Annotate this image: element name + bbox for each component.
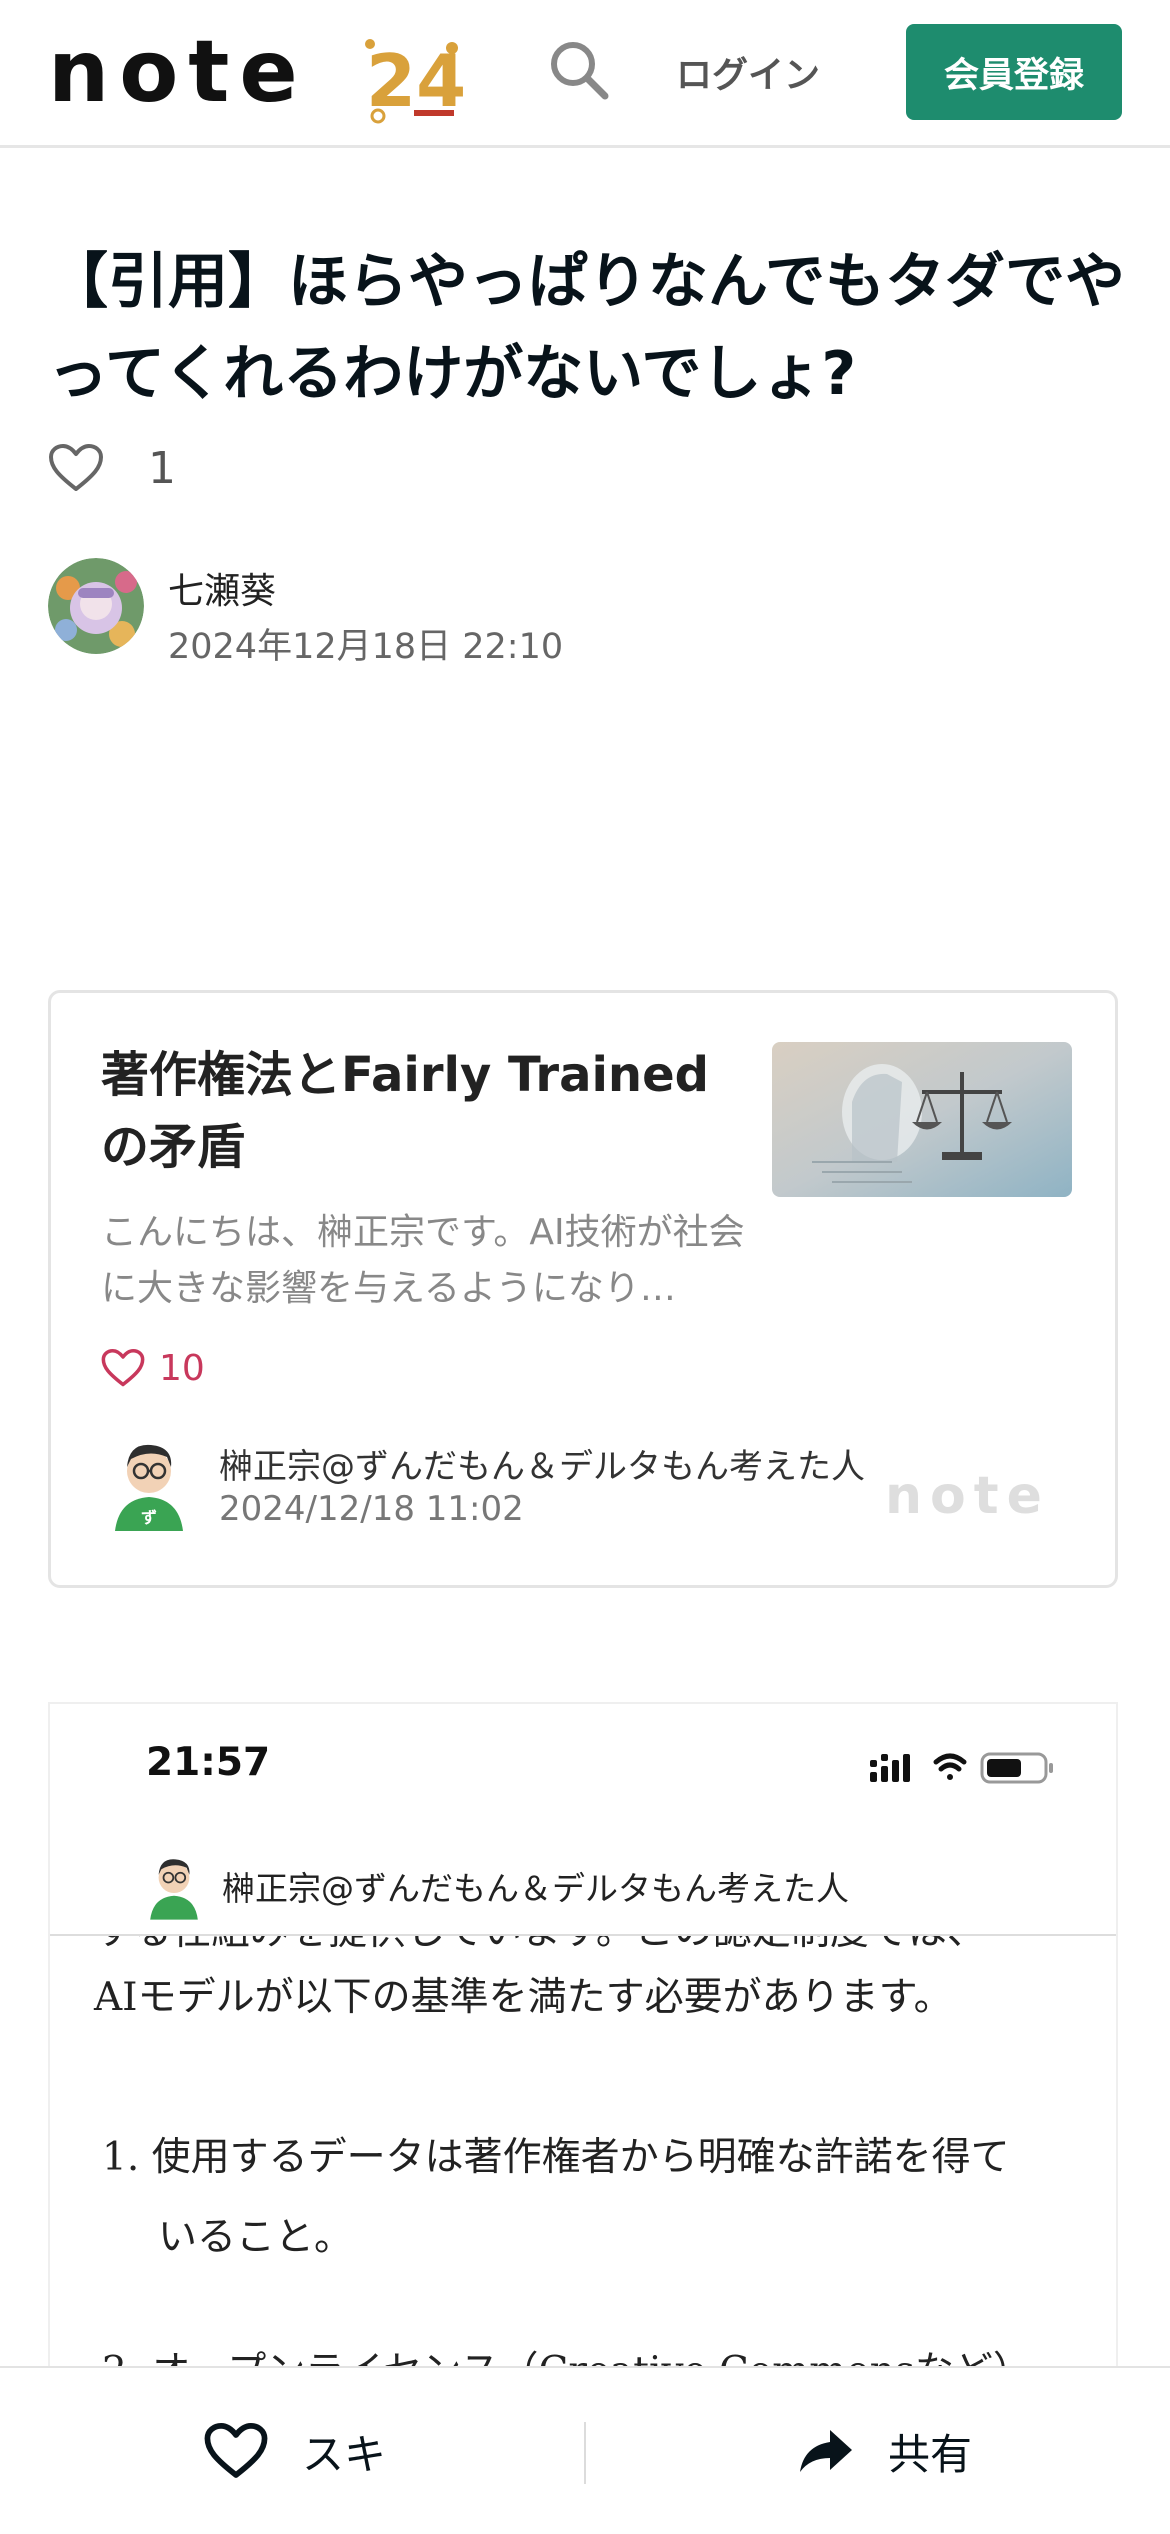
wifi-icon xyxy=(933,1753,967,1780)
login-link[interactable]: ログイン xyxy=(676,46,820,98)
share-button[interactable]: 共有 xyxy=(796,2416,972,2486)
article-like-row: 1 xyxy=(48,438,176,498)
author-name[interactable]: 七瀬葵 xyxy=(168,562,276,614)
search-button[interactable] xyxy=(545,36,615,106)
article-like-count: 1 xyxy=(148,442,176,494)
screenshot-article-body: する仕組みを提供しています。この認定制度では、 AIモデルが以下の基準を満たす必… xyxy=(50,1936,1116,2367)
logo-confetti xyxy=(414,110,454,116)
logo-confetti xyxy=(446,42,458,54)
share-arrow-icon xyxy=(800,2430,852,2472)
embedded-screenshot-image: 21:57 榊正宗@ずんだもん＆デルタもん考えた人 AIモデルが以下の基準を満た… xyxy=(48,1702,1118,2367)
search-icon xyxy=(551,42,609,100)
embed-card-note-logo: note xyxy=(885,1466,1075,1531)
site-header: note 24 ログイン 会員登録 xyxy=(0,0,1170,148)
post-date: 2024年12月18日 22:10 xyxy=(168,627,564,667)
note-logo-graphic: note 24 xyxy=(48,22,466,124)
embed-card-like-count: 10 xyxy=(159,1347,205,1389)
author-avatar-image xyxy=(48,558,144,654)
screenshot-status-icons xyxy=(870,1746,1070,1790)
screenshot-status-time: 21:57 xyxy=(146,1740,271,1785)
embed-card-like-row: 10 xyxy=(101,1343,205,1393)
logo-confetti xyxy=(365,39,375,49)
heart-icon[interactable] xyxy=(48,443,104,493)
author-avatar-image: ず xyxy=(115,1444,183,1531)
thumbnail-image xyxy=(772,1042,1072,1197)
svg-text:ず: ず xyxy=(141,1508,157,1527)
embed-card-brand-text: note xyxy=(885,1467,1050,1526)
note-brand-mark: note xyxy=(885,1466,1050,1526)
bottom-bar-divider xyxy=(584,2422,586,2484)
signup-button[interactable]: 会員登録 xyxy=(906,24,1122,120)
embed-card-date: 2024/12/18 11:02 xyxy=(219,1489,524,1529)
embed-card-title: 著作権法とFairly Trainedの矛盾 xyxy=(101,1047,710,1175)
heart-icon xyxy=(101,1348,145,1387)
battery-icon xyxy=(980,1752,1053,1784)
article-title: 【引用】ほらやっぱりなんでもタダでやってくれるわけがないでしょ? xyxy=(48,247,1125,409)
author-avatar[interactable] xyxy=(48,558,144,654)
screenshot-text-line: する仕組みを提供しています。この認定制度では、 xyxy=(94,1936,986,1956)
screenshot-text-line: AIモデルが以下の基準を満たす必要があります。 xyxy=(94,1975,953,2020)
embed-card-thumbnail xyxy=(772,1042,1072,1197)
screenshot-list-item: 2. オープンライセンス（Creative Commonsなど） xyxy=(102,2340,1032,2367)
embed-card-author: 榊正宗@ずんだもん＆デルタもん考えた人 xyxy=(219,1447,865,1487)
like-button[interactable]: スキ xyxy=(204,2416,386,2486)
screenshot-author-avatar xyxy=(150,1859,198,1920)
heart-icon xyxy=(204,2423,268,2478)
embedded-note-card[interactable]: 著作権法とFairly Trainedの矛盾 こんにちは、榊正宗です。AI技術が… xyxy=(48,990,1118,1588)
note-logo[interactable]: note 24 xyxy=(48,22,468,130)
bottom-action-bar: スキ 共有 xyxy=(0,2366,1170,2534)
logo-wordmark: note xyxy=(48,26,308,122)
share-button-label: 共有 xyxy=(888,2429,973,2479)
screenshot-author-name: 榊正宗@ずんだもん＆デルタもん考えた人 xyxy=(222,1869,849,1908)
embed-card-author-avatar: ず xyxy=(109,1433,189,1533)
screenshot-text-line: いること。 xyxy=(158,2215,354,2260)
embed-card-excerpt: こんにちは、榊正宗です。AI技術が社会に大きな影響を与えるようになり… xyxy=(101,1212,745,1309)
signal-icon xyxy=(870,1754,910,1782)
screenshot-author-row: 榊正宗@ずんだもん＆デルタもん考えた人 xyxy=(146,1848,849,1924)
status-icons-graphic xyxy=(870,1752,1053,1784)
like-button-label: スキ xyxy=(302,2429,387,2479)
screenshot-list-item: 1. 使用するデータは著作権者から明確な許諾を得て xyxy=(102,2135,1010,2180)
